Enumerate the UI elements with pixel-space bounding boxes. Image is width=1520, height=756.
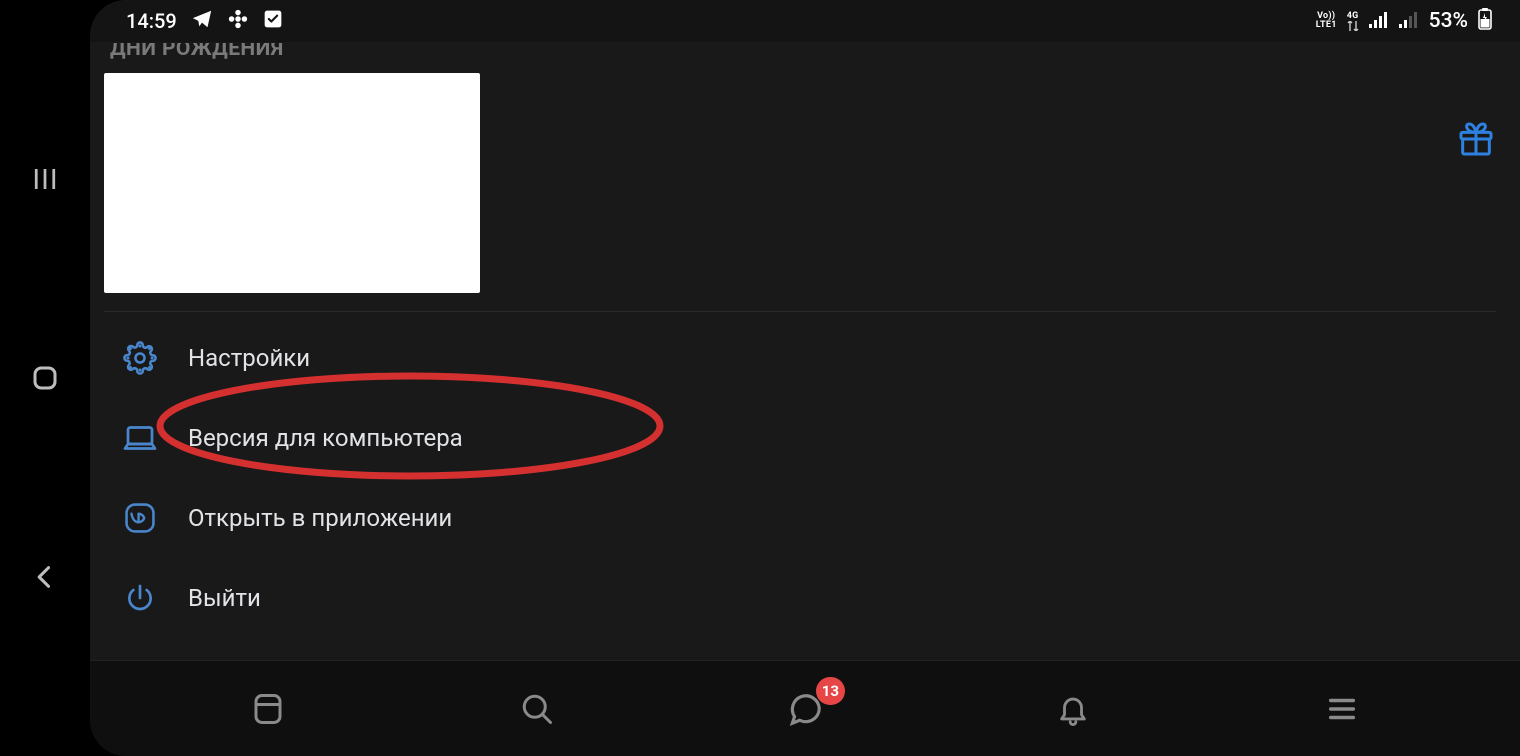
messages-badge: 13 [816,677,845,705]
menu-item-open-in-app[interactable]: Открыть в приложении [104,478,1496,558]
system-home-button[interactable] [25,358,65,398]
nav-messages-button[interactable]: 13 [779,683,831,735]
menu: Настройки Версия для компьютера Открыть … [104,312,1496,638]
signal-icon [1369,9,1389,33]
menu-label: Выйти [188,584,261,612]
battery-charging-icon [1478,8,1492,35]
android-system-nav [0,0,90,756]
content-area: ДНИ РОЖДЕНИЯ Настройки [90,42,1520,660]
telegram-icon [191,8,213,35]
gift-button[interactable] [1456,119,1496,163]
nav-menu-button[interactable] [1316,683,1368,735]
birthday-row [104,73,1496,312]
menu-item-logout[interactable]: Выйти [104,558,1496,638]
bottom-nav: 13 [90,660,1520,756]
battery-percent: 53% [1429,9,1468,33]
laptop-icon [122,420,158,456]
section-header-birthdays: ДНИ РОЖДЕНИЯ [110,42,1496,61]
menu-label: Версия для компьютера [188,424,463,452]
nav-notifications-button[interactable] [1047,683,1099,735]
status-bar: 14:59 Vo)) LTE1 4G [90,0,1520,42]
menu-label: Открыть в приложении [188,504,452,532]
system-back-button[interactable] [25,557,65,597]
status-volte: Vo)) LTE1 [1316,12,1337,30]
signal-icon-2 [1399,9,1419,33]
gear-icon [122,340,158,376]
menu-label: Настройки [188,344,310,372]
status-4g: 4G [1347,12,1359,31]
app-surface: 14:59 Vo)) LTE1 4G [90,0,1520,756]
menu-item-settings[interactable]: Настройки [104,318,1496,398]
system-recents-button[interactable] [25,159,65,199]
vk-icon [122,500,158,536]
flower-icon [227,8,249,35]
nav-search-button[interactable] [511,683,563,735]
status-time: 14:59 [126,9,177,33]
power-icon [122,580,158,616]
check-icon [263,9,283,34]
nav-feed-button[interactable] [242,683,294,735]
menu-item-desktop-version[interactable]: Версия для компьютера [104,398,1496,478]
birthday-user-card[interactable] [104,73,480,293]
